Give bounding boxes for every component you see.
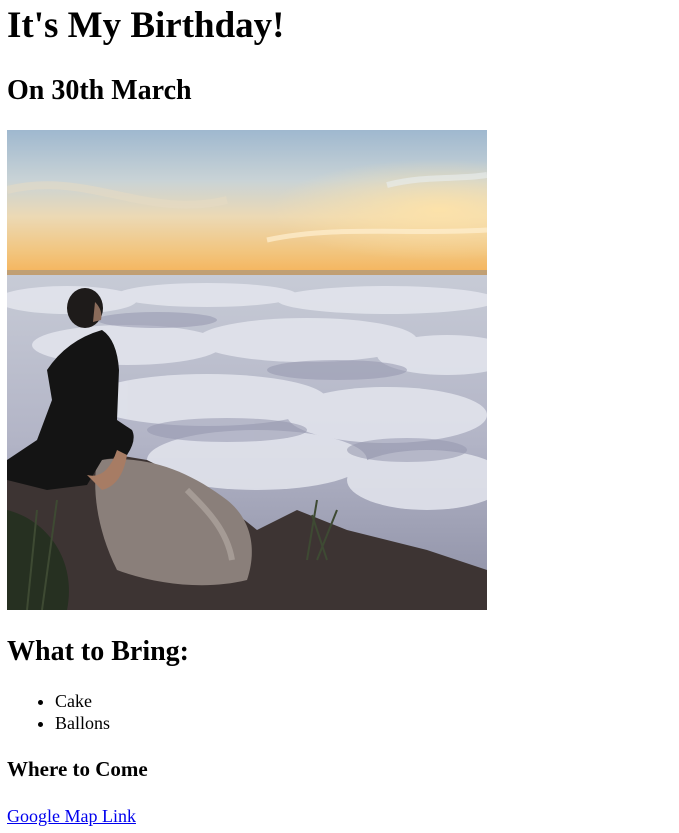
date-heading: On 30th March	[7, 75, 192, 106]
where-heading: Where to Come	[7, 757, 148, 781]
bring-heading: What to Bring:	[7, 636, 189, 667]
google-map-link[interactable]: Google Map Link	[7, 805, 136, 827]
list-item: Ballons	[55, 712, 110, 734]
bring-list: Cake Ballons	[7, 690, 110, 734]
page-title: It's My Birthday!	[7, 5, 285, 46]
birthday-page: It's My Birthday! On 30th March What to …	[0, 0, 679, 833]
mountain-clouds-photo	[7, 130, 487, 610]
list-item: Cake	[55, 690, 110, 712]
